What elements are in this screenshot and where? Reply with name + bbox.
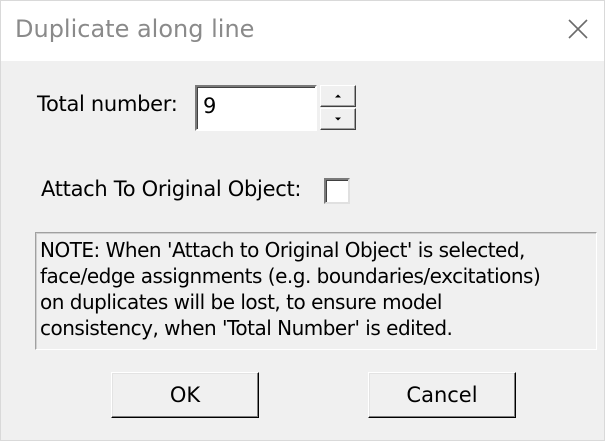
arrow-down-icon xyxy=(335,117,341,121)
attach-to-original-checkbox[interactable] xyxy=(324,178,350,204)
title-bar: Duplicate along line xyxy=(1,1,604,61)
note-line: on duplicates will be lost, to ensure mo… xyxy=(40,290,442,314)
arrow-up-icon xyxy=(335,94,341,98)
note-line: face/edge assignments (e.g. boundaries/e… xyxy=(40,264,541,288)
total-number-input[interactable]: 9 xyxy=(195,85,317,131)
spin-up-button[interactable] xyxy=(320,85,356,107)
window-title: Duplicate along line xyxy=(15,15,255,43)
cancel-button[interactable]: Cancel xyxy=(368,372,516,418)
close-icon[interactable] xyxy=(558,9,598,49)
note-line: consistency, when 'Total Number' is edit… xyxy=(40,316,453,340)
note-line: NOTE: When 'Attach to Original Object' i… xyxy=(40,238,525,262)
duplicate-along-line-dialog: Duplicate along line Total number: 9 Att… xyxy=(0,0,605,441)
total-number-label: Total number: xyxy=(37,92,178,116)
spin-down-button[interactable] xyxy=(320,108,356,130)
attach-to-original-label: Attach To Original Object: xyxy=(41,177,302,201)
ok-button[interactable]: OK xyxy=(111,372,259,418)
note-box: NOTE: When 'Attach to Original Object' i… xyxy=(35,232,597,350)
